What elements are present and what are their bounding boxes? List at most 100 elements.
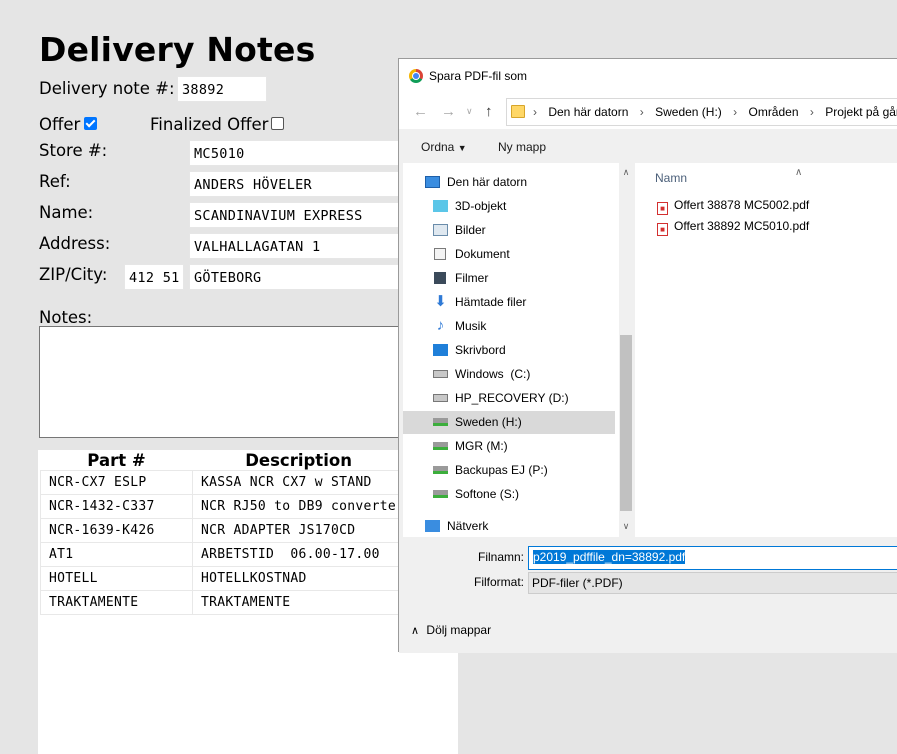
description-cell: NCR ADAPTER JS170CD <box>191 518 406 543</box>
tree-item-label: Backupas EJ (P:) <box>455 463 548 477</box>
tree-item-sweden-drive[interactable]: Sweden (H:) <box>403 411 615 434</box>
organize-button[interactable]: Ordna ▼ <box>421 140 467 154</box>
recent-locations-chevron-icon[interactable]: ∨ <box>466 106 473 117</box>
scrollbar-thumb[interactable] <box>620 335 632 511</box>
tree-item-network[interactable]: Nätverk <box>421 515 611 538</box>
finalized-offer-checkbox[interactable] <box>271 117 284 130</box>
navigation-bar: ← → ∨ ↑ › Den här datorn › Sweden (H:) ›… <box>399 95 897 129</box>
tree-item-pictures[interactable]: Bilder <box>429 219 615 242</box>
windows-drive-icon <box>433 370 448 378</box>
tree-item-label: Dokument <box>455 247 510 261</box>
part-number-cell: NCR-1639-K426 <box>40 518 193 543</box>
tree-item-label: MGR (M:) <box>455 439 508 453</box>
dialog-toolbar: Ordna ▼ Ny mapp <box>399 129 897 163</box>
hide-folders-button[interactable]: ∧ Dölj mappar <box>411 623 491 637</box>
forward-arrow-icon[interactable]: → <box>441 103 456 120</box>
hide-folders-label: Dölj mappar <box>426 623 492 637</box>
tree-item-videos[interactable]: Filmer <box>429 267 615 290</box>
ref-label: Ref: <box>39 172 71 191</box>
address-bar[interactable]: › Den här datorn › Sweden (H:) › Områden… <box>506 98 897 126</box>
address-label: Address: <box>39 234 111 253</box>
store-label: Store #: <box>39 141 108 160</box>
tree-item-label: HP_RECOVERY (D:) <box>455 391 569 405</box>
new-folder-button[interactable]: Ny mapp <box>498 140 546 154</box>
network-drive-icon <box>433 418 448 426</box>
part-number-cell: NCR-CX7 ESLP <box>40 470 193 495</box>
scroll-down-icon[interactable]: ∨ <box>619 521 633 532</box>
3d-objects-icon <box>433 200 448 212</box>
tree-item-3d-objects[interactable]: 3D-objekt <box>429 195 615 218</box>
tree-item-label: Windows (C:) <box>455 367 531 381</box>
notes-label: Notes: <box>39 308 93 327</box>
table-row: HOTELL HOTELLKOSTNAD <box>40 566 406 591</box>
tree-item-label: Bilder <box>455 223 486 237</box>
table-row: TRAKTAMENTE TRAKTAMENTE <box>40 590 406 615</box>
folder-icon <box>511 105 525 118</box>
dialog-bottom-panel: Filnamn: p2019_pdffile_dn=38892.pdf Filf… <box>399 537 897 653</box>
description-cell: TRAKTAMENTE <box>191 590 406 615</box>
zip-city-label: ZIP/City: <box>39 265 108 284</box>
address-input[interactable]: VALHALLAGATAN 1 <box>189 233 409 259</box>
tree-item-label: Softone (S:) <box>455 487 520 501</box>
tree-item-mgr-drive[interactable]: MGR (M:) <box>429 435 615 458</box>
description-cell: HOTELLKOSTNAD <box>191 566 406 591</box>
table-row: NCR-1639-K426 NCR ADAPTER JS170CD <box>40 518 406 543</box>
name-label: Name: <box>39 203 94 222</box>
breadcrumb-projekt[interactable]: Projekt på gång <box>825 105 897 119</box>
name-input[interactable]: SCANDINAVIUM EXPRESS <box>189 202 409 228</box>
filename-input[interactable]: p2019_pdffile_dn=38892.pdf <box>528 546 897 570</box>
dropdown-caret-icon: ▼ <box>457 143 467 153</box>
file-item[interactable]: ■ Offert 38878 MC5002.pdf <box>657 195 809 215</box>
sort-ascending-icon: ∧ <box>795 167 803 178</box>
back-arrow-icon[interactable]: ← <box>413 103 428 120</box>
tree-item-this-pc[interactable]: Den här datorn <box>421 171 611 194</box>
network-drive-icon <box>433 442 448 450</box>
delivery-note-input[interactable]: 38892 <box>177 76 267 102</box>
name-column-header[interactable]: Namn ∧ <box>655 167 802 185</box>
breadcrumb-chevron-icon: › <box>533 105 537 119</box>
desktop-icon <box>433 344 448 356</box>
offer-checkbox[interactable] <box>84 117 97 130</box>
part-number-cell: NCR-1432-C337 <box>40 494 193 519</box>
tree-scrollbar[interactable]: ∧ ∨ <box>619 163 633 537</box>
organize-label: Ordna <box>421 140 455 154</box>
zip-input[interactable]: 412 51 <box>124 264 184 290</box>
scroll-up-icon[interactable]: ∧ <box>619 167 633 178</box>
dialog-title: Spara PDF-fil som <box>429 69 528 83</box>
tree-item-downloads[interactable]: ⬇ Hämtade filer <box>429 291 615 314</box>
notes-textarea[interactable] <box>39 326 419 438</box>
file-name: Offert 38892 MC5010.pdf <box>674 219 810 233</box>
breadcrumb-chevron-icon: › <box>809 105 814 119</box>
offer-label: Offer <box>39 115 81 134</box>
file-name: Offert 38878 MC5002.pdf <box>674 198 810 212</box>
tree-item-windows-drive[interactable]: Windows (C:) <box>429 363 615 386</box>
music-icon: ♪ <box>436 317 445 334</box>
chrome-icon <box>409 69 423 83</box>
tree-item-music[interactable]: ♪ Musik <box>429 315 615 338</box>
breadcrumb-omraden[interactable]: Områden <box>748 105 798 119</box>
computer-icon <box>425 176 440 188</box>
breadcrumb: › Den här datorn › Sweden (H:) › Områden… <box>531 105 897 119</box>
breadcrumb-this-pc[interactable]: Den här datorn <box>548 105 628 119</box>
tree-item-softone-drive[interactable]: Softone (S:) <box>429 483 615 506</box>
pdf-icon: ■ <box>657 223 668 236</box>
up-arrow-icon[interactable]: ↑ <box>485 103 493 120</box>
ref-input[interactable]: ANDERS HÖVELER <box>189 171 409 197</box>
store-input[interactable]: MC5010 <box>189 140 409 166</box>
part-number-cell: HOTELL <box>40 566 193 591</box>
breadcrumb-sweden-drive[interactable]: Sweden (H:) <box>655 105 722 119</box>
network-drive-icon <box>433 466 448 474</box>
file-item[interactable]: ■ Offert 38892 MC5010.pdf <box>657 216 809 236</box>
dialog-title-bar[interactable]: Spara PDF-fil som <box>399 59 897 95</box>
tree-item-desktop[interactable]: Skrivbord <box>429 339 615 362</box>
file-format-select[interactable]: PDF-filer (*.PDF) <box>528 572 897 594</box>
finalized-offer-label: Finalized Offer <box>150 115 269 134</box>
network-icon <box>425 520 440 532</box>
tree-item-backup-drive[interactable]: Backupas EJ (P:) <box>429 459 615 482</box>
tree-item-documents[interactable]: Dokument <box>429 243 615 266</box>
tree-item-label: Nätverk <box>447 519 489 533</box>
table-row: AT1 ARBETSTID 06.00-17.00 <box>40 542 406 567</box>
tree-item-hp-recovery[interactable]: HP_RECOVERY (D:) <box>429 387 615 410</box>
city-input[interactable]: GÖTEBORG <box>189 264 409 290</box>
breadcrumb-chevron-icon: › <box>639 105 644 119</box>
